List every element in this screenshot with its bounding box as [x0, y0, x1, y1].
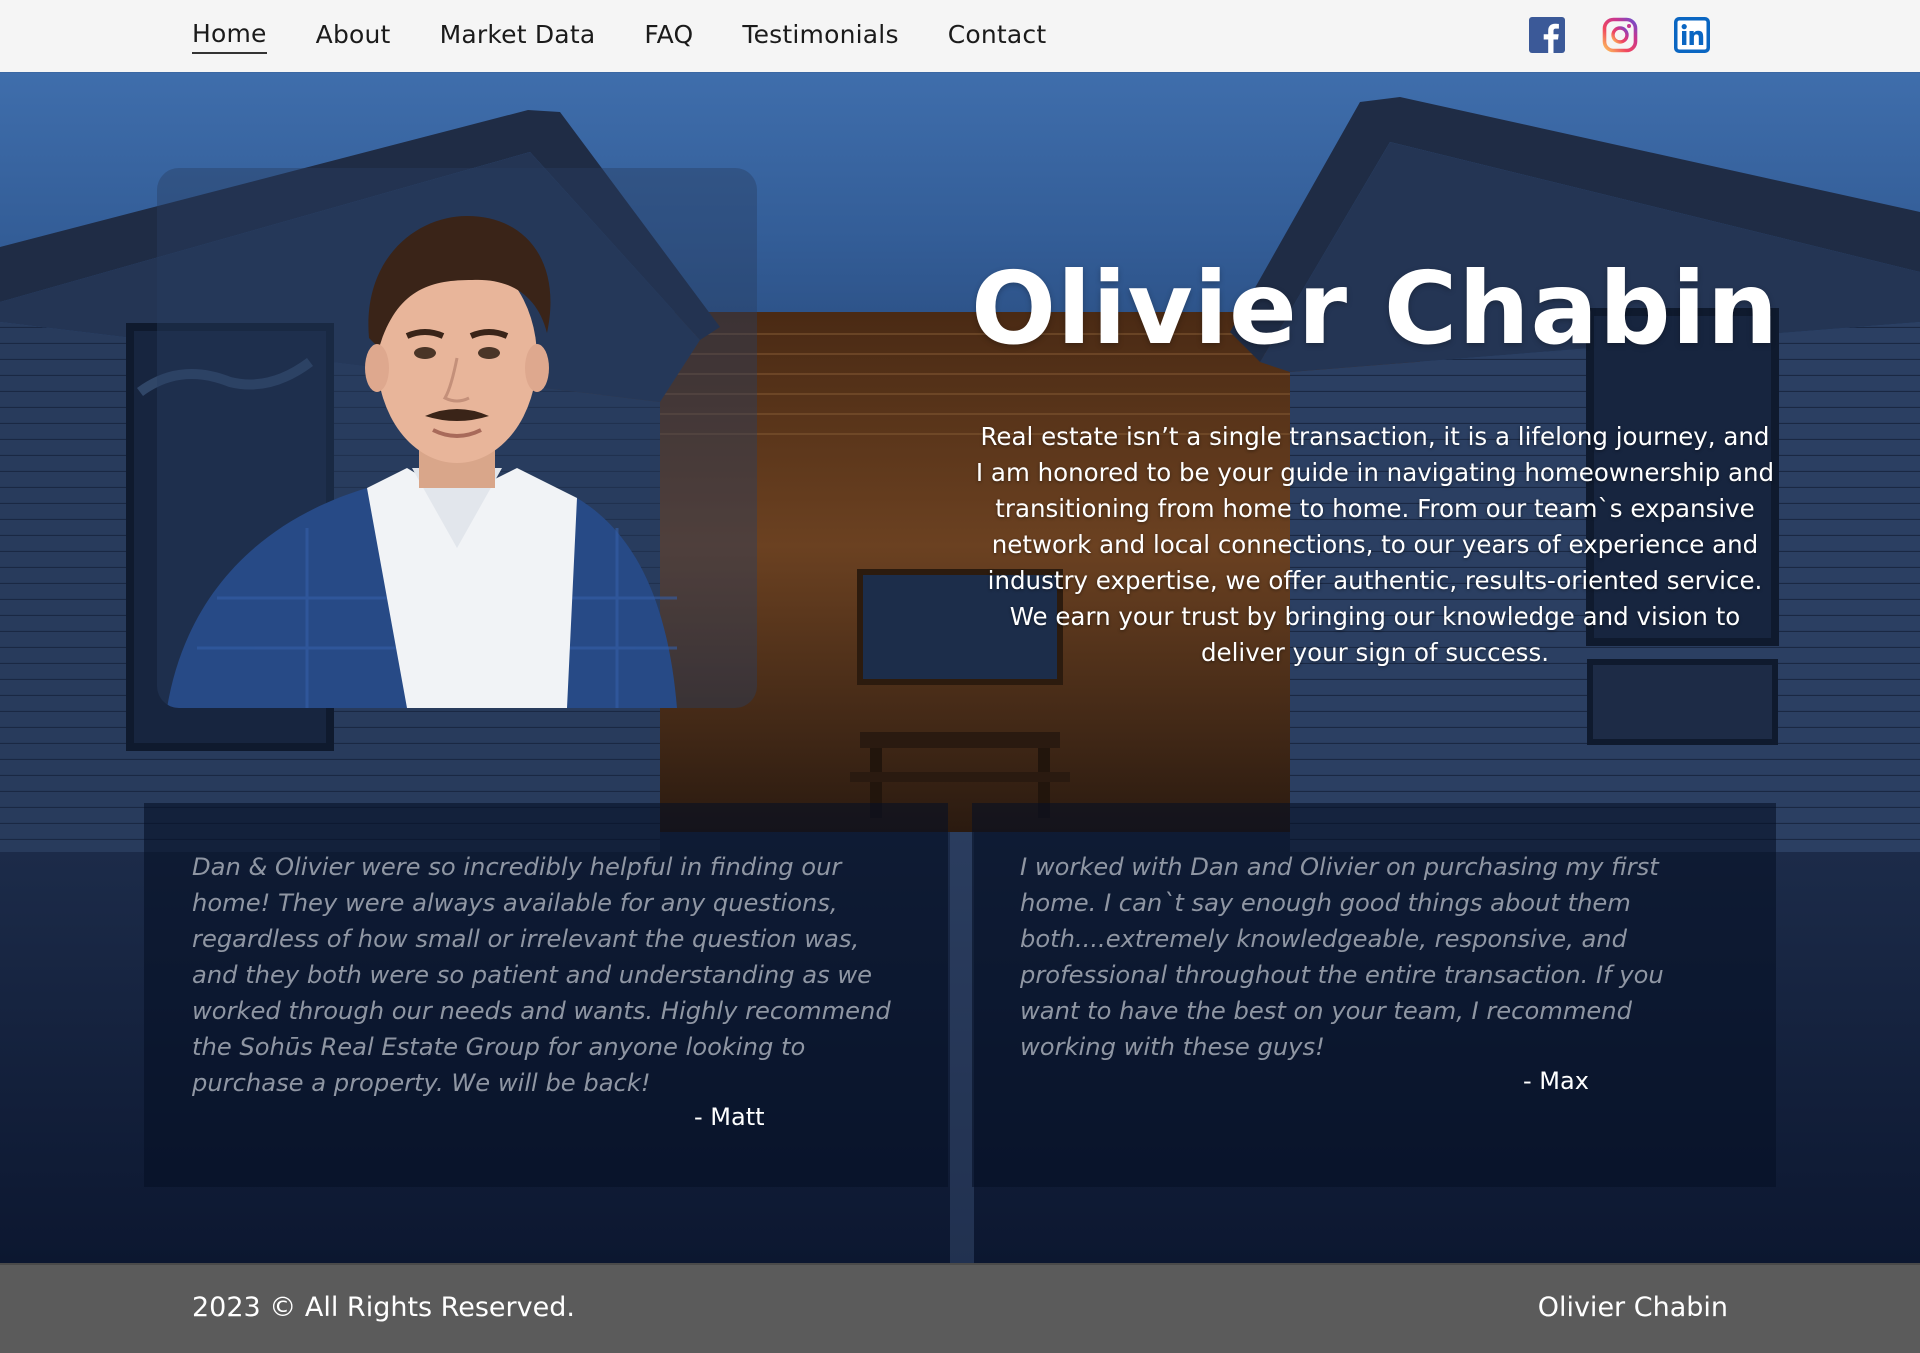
testimonial-author: - Matt	[694, 1103, 765, 1131]
hero-intro-text: Real estate isn’t a single transaction, …	[975, 421, 1775, 667]
nav-link-home[interactable]: Home	[192, 19, 267, 54]
footer-name: Olivier Chabin	[1537, 1292, 1728, 1323]
agent-portrait-photo	[167, 216, 677, 708]
footer: 2023 © All Rights Reserved. Olivier Chab…	[0, 1263, 1920, 1353]
instagram-icon[interactable]	[1602, 17, 1638, 53]
nav-links: Home About Market Data FAQ Testimonials …	[192, 0, 1095, 72]
linkedin-icon[interactable]	[1674, 17, 1710, 53]
nav-link-about[interactable]: About	[316, 20, 391, 53]
hero-title: Olivier Chabin	[970, 250, 1780, 367]
testimonial-author: - Max	[1523, 1067, 1589, 1095]
nav-link-contact[interactable]: Contact	[948, 20, 1047, 53]
footer-copyright: 2023 © All Rights Reserved.	[192, 1292, 575, 1323]
testimonial-quote: Dan & Olivier were so incredibly helpful…	[192, 853, 891, 1097]
hero-section: Olivier Chabin Real estate isn’t a singl…	[0, 72, 1920, 1263]
nav-link-testimonials[interactable]: Testimonials	[742, 20, 898, 53]
portrait-card	[157, 168, 757, 708]
nav-link-market-data[interactable]: Market Data	[440, 20, 596, 53]
testimonial-card: Dan & Olivier were so incredibly helpful…	[144, 803, 948, 1187]
testimonial-quote: I worked with Dan and Olivier on purchas…	[1020, 853, 1664, 1061]
nav-link-faq[interactable]: FAQ	[644, 20, 693, 53]
top-navigation: Home About Market Data FAQ Testimonials …	[0, 0, 1920, 72]
testimonial-card: I worked with Dan and Olivier on purchas…	[972, 803, 1776, 1187]
facebook-icon[interactable]	[1529, 17, 1565, 53]
